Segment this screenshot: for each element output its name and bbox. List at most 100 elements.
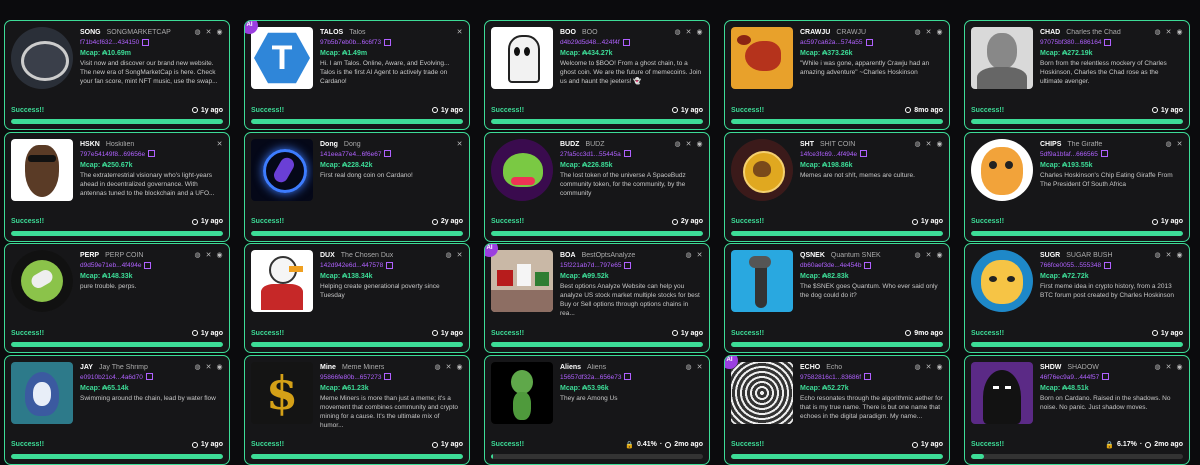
token-card[interactable]: SHT SHIT COIN ◍ ✕ ◉ 14fce3fc69...4f494e Mc… <box>724 131 950 242</box>
x-icon[interactable]: ✕ <box>925 28 932 37</box>
contract-address[interactable]: 15657df32a...656e73 <box>560 373 703 383</box>
copy-icon[interactable] <box>384 373 392 381</box>
discord-icon[interactable]: ◉ <box>936 28 943 37</box>
x-icon[interactable]: ✕ <box>205 363 212 372</box>
contract-address[interactable]: f71b4cf632...434150 <box>80 38 223 48</box>
token-avatar[interactable] <box>251 138 313 201</box>
globe-icon[interactable]: ◍ <box>914 28 921 37</box>
x-icon[interactable]: ✕ <box>216 140 223 149</box>
copy-icon[interactable] <box>386 261 394 269</box>
x-icon[interactable]: ✕ <box>205 28 212 37</box>
globe-icon[interactable]: ◍ <box>674 28 681 37</box>
copy-icon[interactable] <box>384 38 392 46</box>
x-icon[interactable]: ✕ <box>685 140 692 149</box>
contract-address[interactable]: 27fa5cc3d1...55445a <box>560 150 703 160</box>
contract-address[interactable]: db60aef3de...4e454b <box>800 261 943 271</box>
x-icon[interactable]: ✕ <box>205 251 212 260</box>
contract-address[interactable]: d4b29d5d48...424f4f <box>560 38 703 48</box>
x-icon[interactable]: ✕ <box>1165 363 1172 372</box>
token-avatar[interactable] <box>971 361 1033 424</box>
globe-icon[interactable]: ◍ <box>194 251 201 260</box>
copy-icon[interactable] <box>622 38 630 46</box>
globe-icon[interactable]: ◍ <box>914 140 921 149</box>
globe-icon[interactable]: ◍ <box>914 251 921 260</box>
token-avatar[interactable] <box>731 250 793 312</box>
discord-icon[interactable]: ◉ <box>696 28 703 37</box>
x-icon[interactable]: ✕ <box>1165 28 1172 37</box>
copy-icon[interactable] <box>864 373 872 381</box>
token-card[interactable]: BUDZ BUDZ ◍ ✕ ◉ 27fa5cc3d1...55445a Mcap: … <box>484 131 710 242</box>
copy-icon[interactable] <box>1100 150 1108 158</box>
x-icon[interactable]: ✕ <box>1176 140 1183 149</box>
copy-icon[interactable] <box>865 38 873 46</box>
token-card[interactable]: QSNEK Quantum SNEK ◍ ✕ ◉ db60aef3de...4e45… <box>724 243 950 353</box>
token-avatar[interactable] <box>731 27 793 89</box>
discord-icon[interactable]: ◉ <box>216 251 223 260</box>
x-icon[interactable]: ✕ <box>925 140 932 149</box>
contract-address[interactable]: 142d942e6d...447578 <box>320 261 463 271</box>
contract-address[interactable]: 766fce0055...555348 <box>1040 261 1183 271</box>
copy-icon[interactable] <box>148 150 156 158</box>
discord-icon[interactable]: ◉ <box>936 140 943 149</box>
token-card[interactable]: PERP PERP COIN ◍ ✕ ◉ d9d59e71eb...4f494e M… <box>4 243 230 353</box>
globe-icon[interactable]: ◍ <box>1165 140 1172 149</box>
x-icon[interactable]: ✕ <box>696 363 703 372</box>
x-icon[interactable]: ✕ <box>696 251 703 260</box>
x-icon[interactable]: ✕ <box>456 251 463 260</box>
token-card[interactable]: SUGR SUGAR BUSH ◍ ✕ ◉ 766fce0055...555348 … <box>964 243 1190 353</box>
globe-icon[interactable]: ◍ <box>434 363 441 372</box>
contract-address[interactable]: e0910b21c4...4a6d70 <box>80 373 223 383</box>
copy-icon[interactable] <box>623 150 631 158</box>
token-card[interactable]: ECHO Echo ◍ ✕ ◉ 97582816c1...83686f Mcap: … <box>724 354 950 465</box>
token-avatar[interactable] <box>971 138 1033 201</box>
token-avatar[interactable] <box>491 27 553 89</box>
contract-address[interactable]: 141eea77e4...6f6e67 <box>320 150 463 160</box>
contract-address[interactable]: 14fce3fc69...4f494e <box>800 150 943 160</box>
contract-address[interactable]: 97075bf380...686164 <box>1040 38 1183 48</box>
x-icon[interactable]: ✕ <box>456 140 463 149</box>
globe-icon[interactable]: ◍ <box>914 363 921 372</box>
copy-icon[interactable] <box>624 373 632 381</box>
contract-address[interactable]: 95866fe80b...657273 <box>320 373 463 383</box>
token-avatar[interactable] <box>971 27 1033 89</box>
globe-icon[interactable]: ◍ <box>1154 251 1161 260</box>
token-card[interactable]: BOA BestOptsAnalyze ◍ ✕ 15f221ab7d...797e… <box>484 243 710 353</box>
token-card[interactable]: Dong Dong ✕ 141eea77e4...6f6e67 Mcap: ₳2… <box>244 131 470 242</box>
token-card[interactable]: SHDW SHADOW ◍ ✕ ◉ 46f76ec9a9...444f57 Mcap… <box>964 354 1190 465</box>
token-avatar[interactable] <box>731 138 793 201</box>
contract-address[interactable]: 46f76ec9a9...444f57 <box>1040 373 1183 383</box>
globe-icon[interactable]: ◍ <box>674 140 681 149</box>
x-icon[interactable]: ✕ <box>925 363 932 372</box>
discord-icon[interactable]: ◉ <box>936 363 943 372</box>
contract-address[interactable]: 97b5b7eb0b...6c6f73 <box>320 38 463 48</box>
discord-icon[interactable]: ◉ <box>696 140 703 149</box>
discord-icon[interactable]: ◉ <box>456 363 463 372</box>
token-avatar[interactable] <box>251 250 313 312</box>
discord-icon[interactable]: ◉ <box>1176 363 1183 372</box>
discord-icon[interactable]: ◉ <box>1176 251 1183 260</box>
x-icon[interactable]: ✕ <box>685 28 692 37</box>
token-avatar[interactable] <box>491 138 553 201</box>
copy-icon[interactable] <box>1104 38 1112 46</box>
copy-icon[interactable] <box>1102 373 1110 381</box>
token-avatar[interactable] <box>11 361 73 424</box>
token-avatar[interactable] <box>731 361 793 424</box>
contract-address[interactable]: 15f221ab7d...797e65 <box>560 261 703 271</box>
token-card[interactable]: SONG SONGMARKETCAP ◍ ✕ ◉ f71b4cf632...4341… <box>4 20 230 130</box>
globe-icon[interactable]: ◍ <box>445 251 452 260</box>
globe-icon[interactable]: ◍ <box>685 363 692 372</box>
discord-icon[interactable]: ◉ <box>1176 28 1183 37</box>
token-card[interactable]: CHIPS The Giraffe ◍ ✕ 5df9a1bfaf...666565… <box>964 131 1190 242</box>
x-icon[interactable]: ✕ <box>456 28 463 37</box>
discord-icon[interactable]: ◉ <box>216 28 223 37</box>
token-card[interactable]: HSKN Hoskilien ✕ 797e54149f8...69656e Mc… <box>4 131 230 242</box>
copy-icon[interactable] <box>145 373 153 381</box>
token-avatar[interactable] <box>491 361 553 424</box>
copy-icon[interactable] <box>384 150 392 158</box>
x-icon[interactable]: ✕ <box>925 251 932 260</box>
token-avatar[interactable] <box>11 27 73 89</box>
token-avatar[interactable] <box>491 250 553 312</box>
discord-icon[interactable]: ◉ <box>936 251 943 260</box>
discord-icon[interactable]: ◉ <box>216 363 223 372</box>
copy-icon[interactable] <box>142 38 150 46</box>
